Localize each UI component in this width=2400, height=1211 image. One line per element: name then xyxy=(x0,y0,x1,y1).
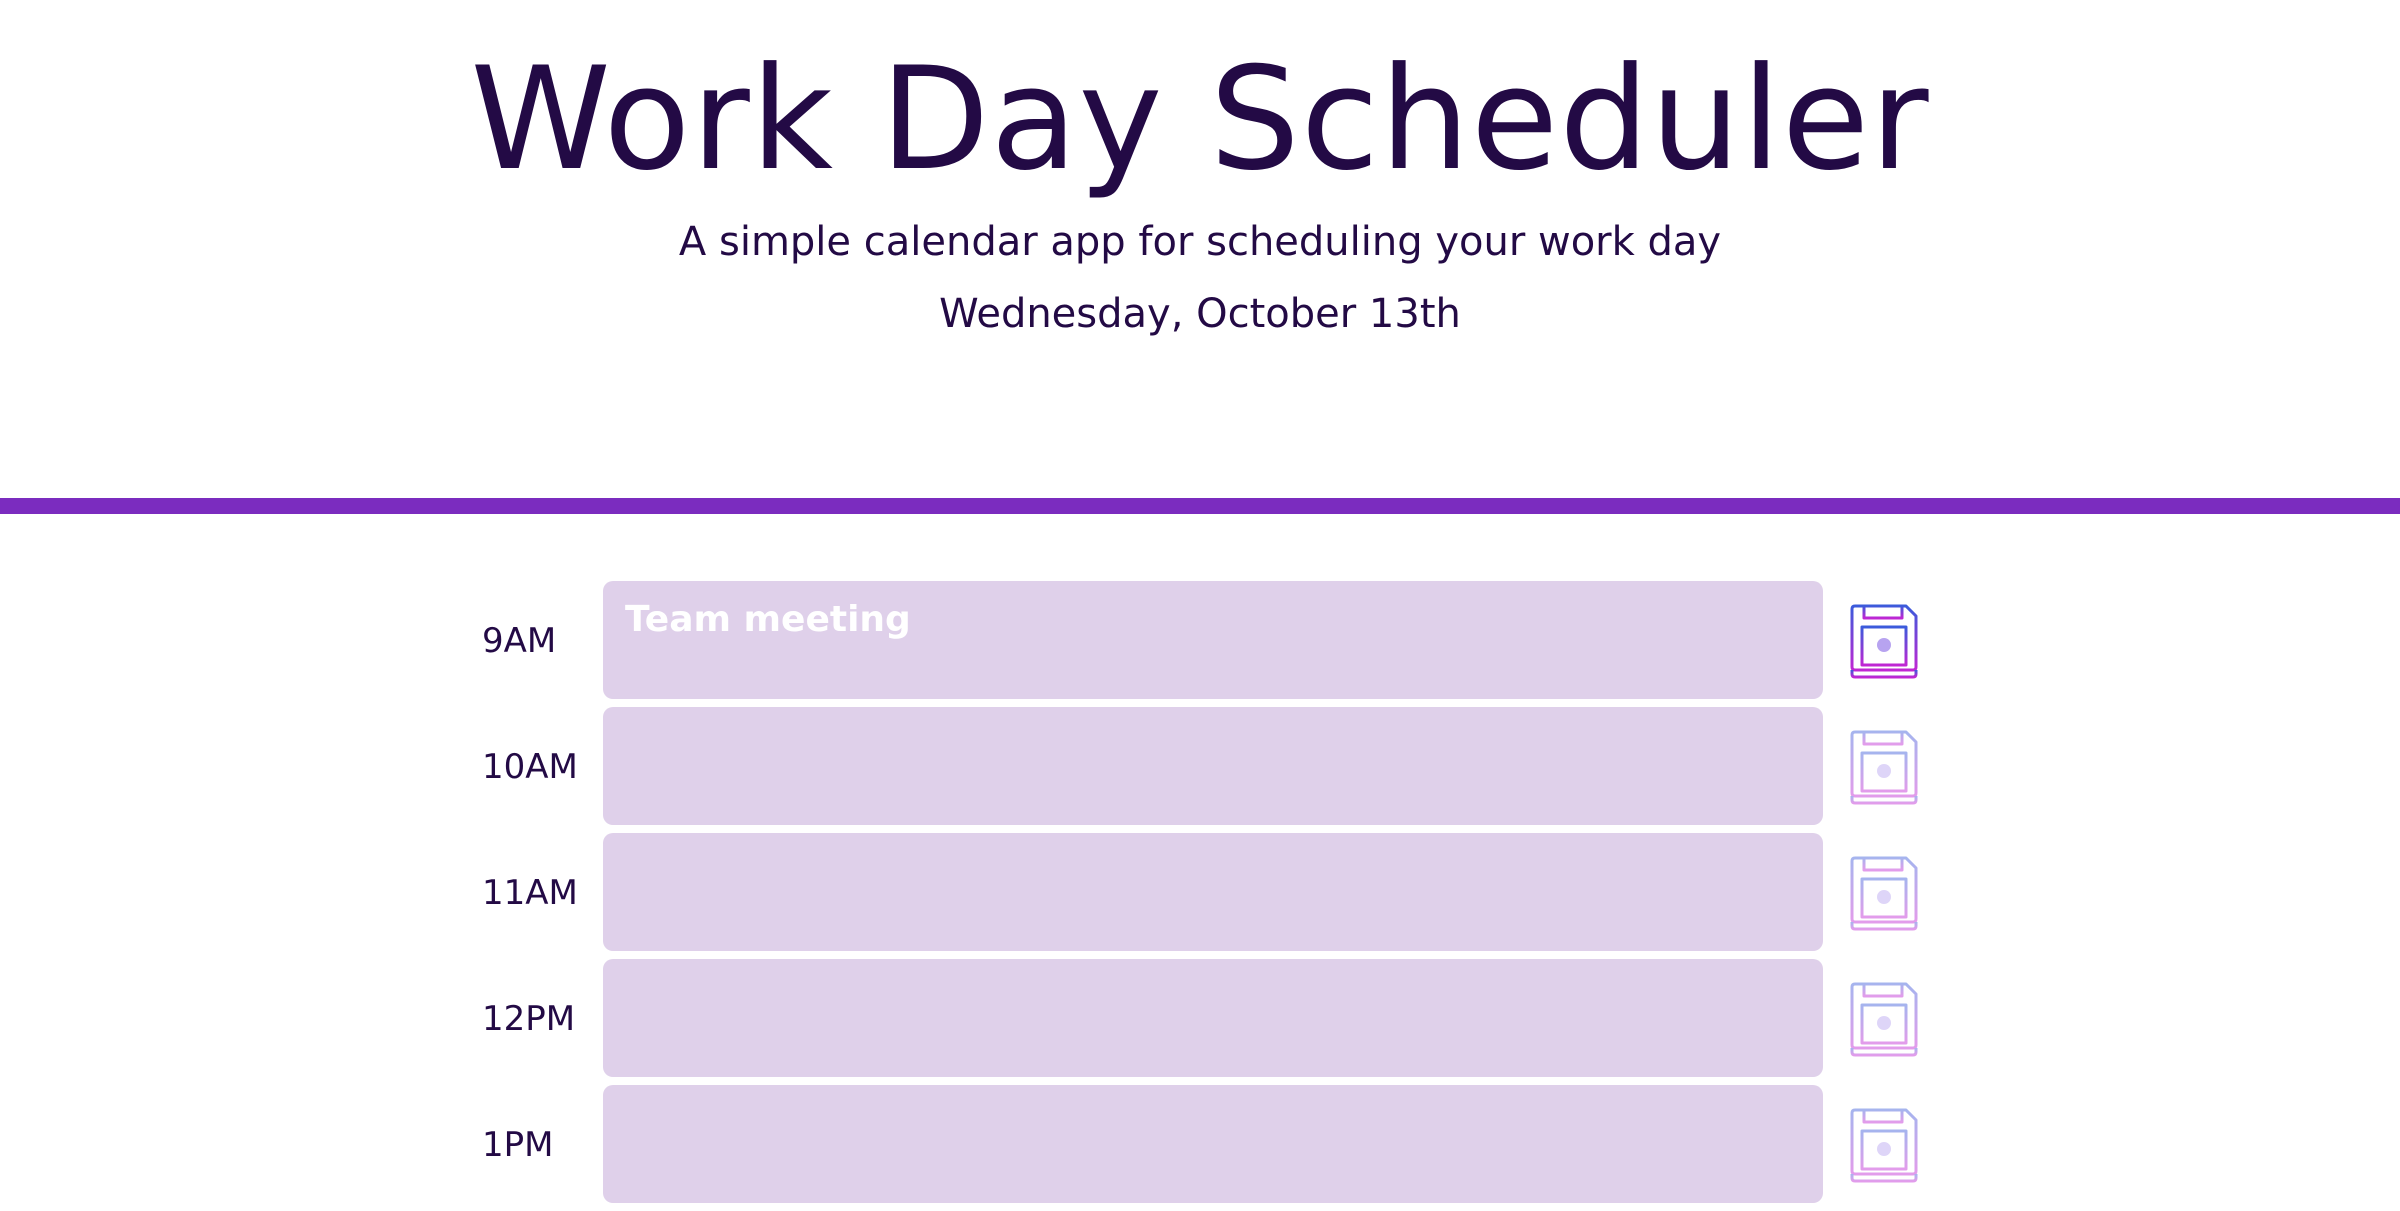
schedule: 9AM Team meeting 10AM 11AM 12PM 1PM xyxy=(0,581,2400,1211)
time-block-row: 9AM Team meeting xyxy=(0,581,2400,699)
task-input[interactable]: Team meeting xyxy=(603,581,1823,699)
hour-label: 10AM xyxy=(482,747,578,787)
header-divider xyxy=(0,498,2400,514)
save-button[interactable] xyxy=(1848,855,1920,931)
floppy-disk-icon xyxy=(1850,604,1918,679)
task-input[interactable] xyxy=(603,833,1823,951)
save-button[interactable] xyxy=(1848,1107,1920,1183)
save-button[interactable] xyxy=(1848,603,1920,679)
floppy-disk-icon xyxy=(1850,856,1918,931)
task-input[interactable] xyxy=(603,959,1823,1077)
hour-label: 11AM xyxy=(482,873,578,913)
floppy-disk-icon xyxy=(1850,1108,1918,1183)
time-block-row: 1PM xyxy=(0,1085,2400,1203)
time-block-row: 11AM xyxy=(0,833,2400,951)
time-block-row: 12PM xyxy=(0,959,2400,1077)
task-input[interactable] xyxy=(603,1085,1823,1203)
task-input[interactable] xyxy=(603,707,1823,825)
save-button[interactable] xyxy=(1848,981,1920,1057)
hour-label: 1PM xyxy=(482,1125,554,1165)
current-date: Wednesday, October 13th xyxy=(939,291,1461,337)
header: Work Day Scheduler A simple calendar app… xyxy=(0,0,2400,498)
hour-label: 12PM xyxy=(482,999,576,1039)
page-subtitle: A simple calendar app for scheduling you… xyxy=(678,219,1722,265)
hour-label: 9AM xyxy=(482,621,557,661)
save-button[interactable] xyxy=(1848,729,1920,805)
floppy-disk-icon xyxy=(1850,730,1918,805)
page-title: Work Day Scheduler xyxy=(470,37,1930,202)
floppy-disk-icon xyxy=(1850,982,1918,1057)
time-block-row: 10AM xyxy=(0,707,2400,825)
